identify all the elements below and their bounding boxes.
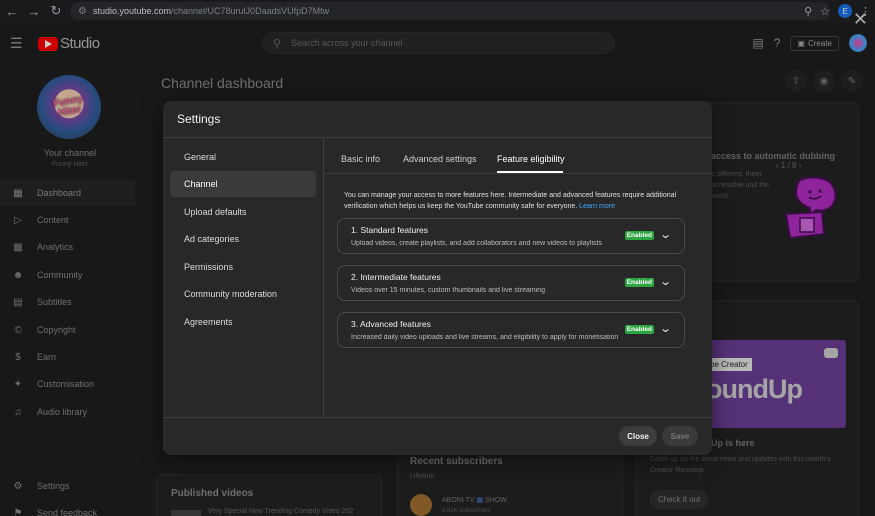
dialog-title: Settings (177, 112, 221, 126)
settings-nav-channel[interactable]: Channel (170, 171, 316, 197)
settings-nav-agreements[interactable]: Agreements (170, 309, 316, 335)
feature-title: 3. Advanced features (351, 319, 431, 329)
feature-title: 1. Standard features (351, 225, 429, 235)
divider (163, 137, 712, 138)
close-button[interactable]: Close (619, 426, 657, 446)
settings-nav-general[interactable]: General (170, 144, 316, 170)
intro-text: You can manage your access to more featu… (344, 192, 677, 210)
feature-desc: Videos over 15 minutes, custom thumbnail… (351, 287, 546, 294)
chevron-down-icon[interactable]: ⌄ (659, 322, 672, 335)
feature-desc: Upload videos, create playlists, and add… (351, 240, 602, 247)
status-badge: Enabled (624, 325, 654, 334)
standard-features-panel[interactable]: 1. Standard features Upload videos, crea… (337, 218, 685, 254)
tab-basic-info[interactable]: Basic info (341, 154, 380, 164)
feature-title: 2. Intermediate features (351, 272, 441, 282)
learn-more-link[interactable]: Learn more (579, 203, 615, 210)
settings-nav-upload-defaults[interactable]: Upload defaults (170, 199, 316, 225)
divider (163, 417, 712, 418)
close-icon[interactable]: ✕ (853, 10, 868, 28)
chevron-down-icon[interactable]: ⌄ (659, 228, 672, 241)
divider (323, 138, 324, 417)
tab-feature-eligibility[interactable]: Feature eligibility (497, 154, 565, 164)
divider (324, 173, 712, 174)
advanced-features-panel[interactable]: 3. Advanced features Increased daily vid… (337, 312, 685, 348)
settings-nav-community-moderation[interactable]: Community moderation (170, 281, 316, 307)
chevron-down-icon[interactable]: ⌄ (659, 275, 672, 288)
feature-intro-text: You can manage your access to more featu… (344, 190, 684, 212)
settings-nav-permissions[interactable]: Permissions (170, 254, 316, 280)
intermediate-features-panel[interactable]: 2. Intermediate features Videos over 15 … (337, 265, 685, 301)
save-button[interactable]: Save (662, 426, 698, 446)
settings-dialog: Settings General Channel Upload defaults… (163, 101, 712, 455)
tab-advanced-settings[interactable]: Advanced settings (403, 154, 477, 164)
status-badge: Enabled (624, 231, 654, 240)
status-badge: Enabled (624, 278, 654, 287)
settings-nav-ad-categories[interactable]: Ad categories (170, 226, 316, 252)
feature-desc: Increased daily video uploads and live s… (351, 334, 619, 341)
